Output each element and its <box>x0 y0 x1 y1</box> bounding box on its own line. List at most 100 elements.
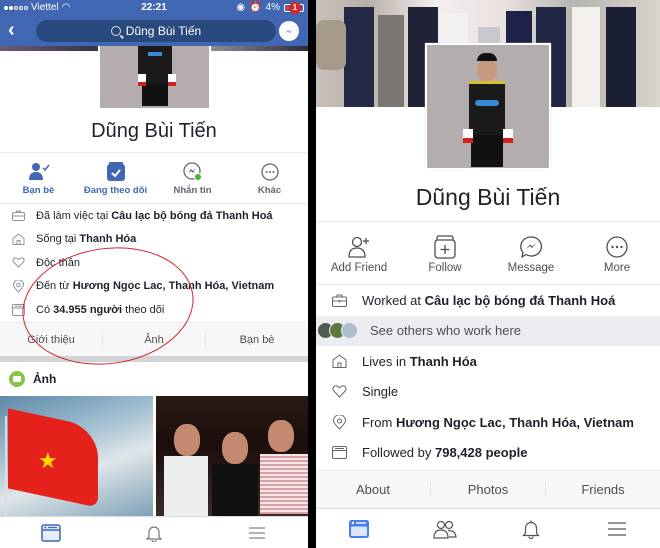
followers-row[interactable]: Có 34.955 người theo dõi <box>0 298 308 322</box>
heart-icon <box>11 257 25 268</box>
bell-icon <box>146 525 162 542</box>
news-feed-icon <box>41 523 62 542</box>
rotation-lock-icon: ◉ <box>236 2 246 13</box>
follower-count: 798,428 people <box>434 445 528 461</box>
intro-list: Đã làm việc tại Câu lạc bộ bóng đá Thanh… <box>0 204 308 322</box>
tab-about[interactable]: About <box>316 482 431 497</box>
alarm-icon: ⏰ <box>249 2 262 13</box>
bell-icon <box>522 520 540 539</box>
nav-bar: ‹ Dũng Bùi Tiến <box>0 16 308 46</box>
profile-name: Dũng Bùi Tiến <box>415 184 561 210</box>
message-button[interactable]: Message <box>488 222 574 284</box>
tab-notifications[interactable] <box>488 519 574 539</box>
more-label: More <box>603 262 631 274</box>
work-row[interactable]: Đã làm việc tại Câu lạc bộ bóng đá Thanh… <box>0 204 308 228</box>
add-friend-button[interactable]: Add Friend <box>316 222 402 284</box>
tab-friends[interactable]: Friends <box>546 482 660 497</box>
messenger-badge: 1 <box>289 2 301 14</box>
news-feed-icon <box>349 519 369 538</box>
current-city[interactable]: Thanh Hóa <box>79 233 136 245</box>
tab-photos[interactable]: Photos <box>431 482 546 497</box>
right-screen-english: Dũng Bùi Tiến Add Friend Follow Message … <box>316 0 660 548</box>
location-pin-icon <box>12 279 24 293</box>
friends-button[interactable]: Bạn bè <box>0 153 77 203</box>
following-check-icon <box>106 162 125 181</box>
profile-tabs: Giới thiệu Ảnh Bạn bè <box>0 322 308 356</box>
briefcase-icon <box>331 294 347 307</box>
profile-picture[interactable] <box>425 43 551 170</box>
photo-thumbnail-group[interactable] <box>156 396 308 516</box>
profile-picture[interactable] <box>98 46 211 110</box>
tab-news-feed[interactable] <box>316 519 402 539</box>
status-bar: Viettel ◠ 22:21 ◉ ⏰ 4% <box>0 0 308 16</box>
photo-thumbnail-flag[interactable]: ★ <box>0 396 153 516</box>
friends-label: Bạn bè <box>22 185 55 196</box>
star-icon: ★ <box>38 448 58 473</box>
hometown[interactable]: Hương Ngọc Lac, Thanh Hóa, Vietnam <box>73 280 274 292</box>
coworker-avatars <box>316 322 362 340</box>
left-screen-vietnamese: Viettel ◠ 22:21 ◉ ⏰ 4% ‹ Dũng Bùi Tiến 1… <box>0 0 308 548</box>
battery-percent: 4% <box>265 2 280 13</box>
search-icon <box>110 26 121 36</box>
search-text: Dũng Bùi Tiến <box>125 24 202 38</box>
followers-icon <box>11 303 25 316</box>
tab-photos[interactable]: Ảnh <box>103 333 206 346</box>
current-city[interactable]: Thanh Hóa <box>410 354 477 369</box>
tab-menu[interactable] <box>574 521 660 537</box>
work-row[interactable]: Worked at Câu lạc bộ bóng đá Thanh Hoá <box>316 285 660 316</box>
more-button[interactable]: More <box>574 222 660 284</box>
tab-menu[interactable] <box>205 526 308 540</box>
profile-actions: Add Friend Follow Message More <box>316 221 660 285</box>
follow-button[interactable]: Follow <box>402 222 488 284</box>
tab-friends[interactable]: Bạn bè <box>206 334 308 346</box>
hamburger-menu-icon <box>248 526 265 539</box>
search-input[interactable]: Dũng Bùi Tiến <box>36 20 276 42</box>
message-label: Message <box>507 262 555 274</box>
following-button[interactable]: Đang theo dõi <box>77 153 154 203</box>
follower-count: 34.955 người <box>53 303 123 316</box>
home-icon <box>12 233 24 246</box>
followers-icon <box>331 446 347 460</box>
profile-tabs: About Photos Friends <box>316 470 660 508</box>
friends-check-icon <box>28 163 50 180</box>
location-pin-icon <box>332 414 346 430</box>
message-button[interactable]: Nhắn tin <box>154 153 231 203</box>
avatar <box>341 322 358 340</box>
home-icon <box>332 354 346 369</box>
messenger-icon <box>285 29 293 33</box>
work-place[interactable]: Câu lạc bộ bóng đá Thanh Hoá <box>425 293 616 308</box>
hometown-row[interactable]: From Hương Ngọc Lac, Thanh Hóa, Vietnam <box>316 407 660 438</box>
intro-list: Worked at Câu lạc bộ bóng đá Thanh Hoá S… <box>316 285 660 468</box>
relationship-row: Single <box>316 377 660 408</box>
followers-row[interactable]: Followed by 798,428 people <box>316 438 660 469</box>
more-button[interactable]: Khác <box>231 153 308 203</box>
see-coworkers-label: See others who work here <box>370 323 522 339</box>
follow-label: Follow <box>428 262 462 274</box>
hamburger-menu-icon <box>608 521 626 536</box>
back-button[interactable]: ‹ <box>8 20 15 40</box>
following-label: Đang theo dõi <box>83 185 148 196</box>
heart-icon <box>331 385 347 398</box>
messenger-icon <box>182 162 202 181</box>
add-friend-icon <box>348 236 369 258</box>
lives-row[interactable]: Lives in Thanh Hóa <box>316 346 660 377</box>
see-coworkers-row[interactable]: See others who work here <box>316 315 660 346</box>
tab-about[interactable]: Giới thiệu <box>0 333 103 346</box>
message-label: Nhắn tin <box>173 185 212 196</box>
tab-notifications[interactable] <box>103 524 206 542</box>
hometown[interactable]: Hương Ngọc Lac, Thanh Hóa, Vietnam <box>396 415 634 430</box>
lives-row[interactable]: Sống tại Thanh Hóa <box>0 228 308 252</box>
more-icon <box>606 236 628 258</box>
follow-icon <box>434 235 456 259</box>
bottom-tab-bar <box>316 508 660 548</box>
more-label: Khác <box>257 185 282 196</box>
tab-news-feed[interactable] <box>0 523 103 542</box>
hometown-row[interactable]: Đến từ Hương Ngọc Lac, Thanh Hóa, Vietna… <box>0 275 308 299</box>
work-place[interactable]: Câu lạc bộ bóng đá Thanh Hoá <box>111 210 272 222</box>
bottom-tab-bar <box>0 516 308 548</box>
messenger-button[interactable] <box>279 21 299 41</box>
photos-section-header[interactable]: Ảnh <box>0 362 308 396</box>
friends-icon <box>433 520 457 539</box>
tab-friend-requests[interactable] <box>402 519 488 539</box>
photos-title: Ảnh <box>33 372 57 386</box>
